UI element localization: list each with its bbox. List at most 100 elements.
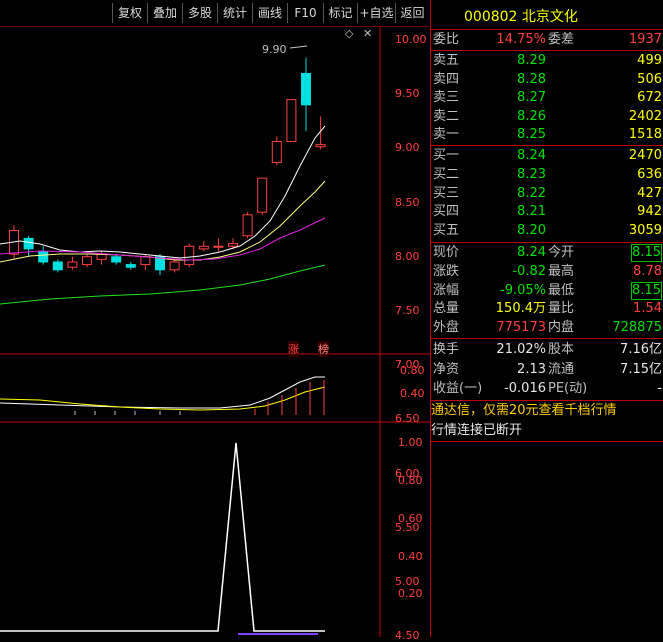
fundamental-row: 净资 2.13 流通 7.15亿 <box>431 361 663 379</box>
asks-volume: 2402 <box>628 108 662 124</box>
fund-label: 流通 <box>548 361 575 377</box>
stat-row: 现价 8.24 今开 8.15 <box>431 244 663 262</box>
divider <box>431 29 663 30</box>
stat-label: 外盘 <box>433 320 460 336</box>
bottom-axis-label: 0.60 <box>398 512 423 525</box>
draw-line-button[interactable]: 画线 <box>252 3 287 23</box>
asks-level-row[interactable]: 卖一 8.25 1518 <box>431 126 663 144</box>
bids-label: 买一 <box>433 148 460 163</box>
status-text: 行情连接已断开 <box>431 423 523 438</box>
ad-link[interactable]: 通达信，仅需20元查看千档行情 <box>431 402 663 420</box>
fund-label: 换手 <box>433 342 460 357</box>
kline-svg <box>0 26 430 637</box>
price-axis-label: 9.00 <box>395 141 420 155</box>
bids-volume: 636 <box>637 166 662 182</box>
fund-value: -0.016 <box>504 381 546 396</box>
webi-label: 委比 <box>433 32 460 47</box>
asks-price: 8.27 <box>517 90 546 106</box>
bids-label: 买三 <box>433 185 460 201</box>
stat-value: -9.05% <box>500 282 546 298</box>
asks-level-row[interactable]: 卖四 8.28 506 <box>431 71 663 89</box>
candle-body <box>67 261 78 268</box>
candle-body <box>228 243 238 247</box>
fundamental-row: 换手 21.02% 股本 7.16亿 <box>431 341 663 359</box>
bids-volume: 427 <box>637 185 662 201</box>
asks-price: 8.29 <box>517 53 546 68</box>
candle-body <box>271 141 282 163</box>
mid-axis-label: 0.40 <box>400 387 425 400</box>
high-price-label: 9.90 <box>262 43 287 56</box>
price-axis-label: 7.50 <box>395 304 420 317</box>
webi-value: 14.75% <box>496 32 546 47</box>
multi-stock-button[interactable]: 多股 <box>182 3 217 23</box>
add-favorite-button[interactable]: +自选 <box>357 3 395 23</box>
restore-rights-button[interactable]: 复权 <box>112 3 147 23</box>
stat-value: 1.54 <box>633 301 662 317</box>
bids-level-row[interactable]: 买四 8.21 942 <box>431 203 663 221</box>
candle-body <box>257 177 268 213</box>
divider <box>431 400 663 401</box>
mid-indicator-line-2 <box>0 386 326 411</box>
stat-row: 总量 150.4万 量比 1.54 <box>431 300 663 318</box>
bids-level-row[interactable]: 买一 8.24 2470 <box>431 147 663 165</box>
asks-level-row[interactable]: 卖五 8.29 499 <box>431 52 663 70</box>
bids-price: 8.20 <box>517 223 546 239</box>
divider <box>431 242 663 243</box>
stat-label: 涨幅 <box>433 282 460 298</box>
ma20-line <box>0 217 326 261</box>
bids-price: 8.22 <box>517 185 546 201</box>
connection-status: 行情连接已断开 <box>431 422 663 440</box>
bids-level-row[interactable]: 买二 8.23 636 <box>431 166 663 184</box>
ad-text[interactable]: 通达信，仅需20元查看千档行情 <box>431 402 617 420</box>
f10-button[interactable]: F10 <box>287 3 323 23</box>
bottom-axis-label: 0.20 <box>398 587 423 600</box>
asks-price: 8.28 <box>517 71 546 87</box>
bang-tag[interactable]: 榜 <box>318 341 329 357</box>
stat-row: 外盘 775173 内盘 728875 <box>431 319 663 337</box>
stat-label: 量比 <box>548 301 575 317</box>
webi-row: 委比 14.75% 委差 1937 <box>431 31 663 49</box>
diamond-icon[interactable]: ◇ <box>345 27 353 40</box>
close-icon[interactable]: ✕ <box>363 27 372 40</box>
divider <box>431 50 663 51</box>
bids-volume: 942 <box>637 204 662 220</box>
stat-value: 8.15 <box>631 244 662 262</box>
stat-label: 现价 <box>433 245 460 260</box>
asks-label: 卖三 <box>433 90 460 106</box>
stat-value: 728875 <box>612 320 662 336</box>
asks-level-row[interactable]: 卖二 8.26 2402 <box>431 108 663 126</box>
wecha-value: 1937 <box>628 32 662 47</box>
candle-body <box>242 214 253 237</box>
stat-label: 涨跌 <box>433 263 460 279</box>
stat-value: 8.24 <box>517 245 546 260</box>
bids-label: 买四 <box>433 204 460 220</box>
zhang-tag[interactable]: 涨 <box>288 341 299 357</box>
overlay-button[interactable]: 叠加 <box>147 3 182 23</box>
mid-small-ticks <box>74 411 181 415</box>
statistics-button[interactable]: 统计 <box>217 3 252 23</box>
bids-price: 8.21 <box>517 204 546 220</box>
candle-body <box>82 256 92 266</box>
stat-label: 总量 <box>433 301 460 317</box>
bids-level-row[interactable]: 买三 8.22 427 <box>431 185 663 203</box>
bids-level-row[interactable]: 买五 8.20 3059 <box>431 222 663 240</box>
bottom-indicator-line <box>0 442 325 632</box>
fund-value: - <box>657 381 662 396</box>
back-button[interactable]: 返回 <box>395 3 429 23</box>
candle-body <box>125 264 136 268</box>
asks-level-row[interactable]: 卖三 8.27 672 <box>431 89 663 107</box>
stock-name: 北京文化 <box>521 9 578 25</box>
bids-price: 8.24 <box>517 148 546 163</box>
bottom-axis-label: 0.40 <box>398 550 423 563</box>
candle-body <box>198 245 209 250</box>
fund-value: 7.16亿 <box>620 342 662 357</box>
bottom-axis-label: 0.80 <box>398 474 423 487</box>
mark-button[interactable]: 标记 <box>323 3 357 23</box>
stat-value: 150.4万 <box>495 301 546 317</box>
kline-chart-area[interactable]: 10.00 9.50 9.00 8.50 8.00 7.50 7.00 6.50 6.00 5.5… <box>0 26 430 642</box>
asks-volume: 1518 <box>628 127 662 143</box>
fund-label: 收益(一) <box>433 381 483 396</box>
stat-value: 8.78 <box>633 263 662 279</box>
stat-label: 最低 <box>548 282 575 298</box>
stat-value: 8.15 <box>631 281 662 300</box>
